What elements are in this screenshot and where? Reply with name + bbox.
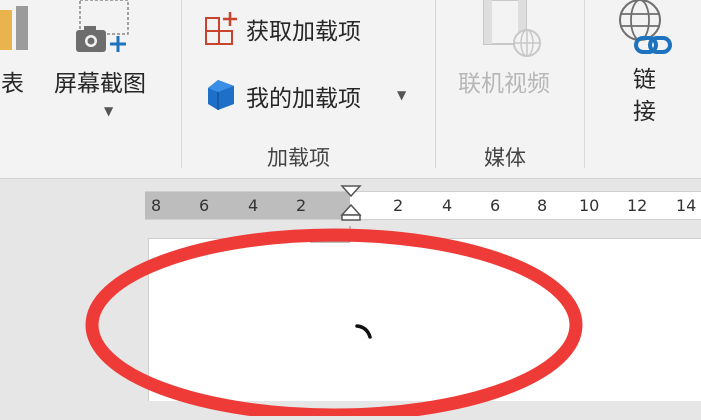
- ruler-tick: 2: [296, 196, 307, 215]
- online-video-label: 联机视频: [458, 71, 550, 97]
- ruler-tick: 12: [627, 196, 648, 215]
- chart-icon[interactable]: [0, 6, 30, 52]
- screenshot-button-label[interactable]: 屏幕截图: [54, 64, 146, 98]
- online-video-icon: [480, 0, 546, 60]
- ruler-tick: 10: [579, 196, 600, 215]
- chart-button-label[interactable]: 图表: [0, 64, 24, 98]
- ruler-tick: 6: [490, 196, 501, 215]
- annotation-ellipse-icon: [84, 216, 584, 420]
- ruler-tick: 4: [248, 196, 259, 215]
- my-addins-dropdown-icon[interactable]: ▼: [397, 88, 406, 102]
- ruler-tick: 4: [442, 196, 453, 215]
- get-addins-label[interactable]: 获取加载项: [246, 12, 361, 46]
- link-label[interactable]: 链 接: [633, 64, 656, 128]
- ruler-tick: 6: [199, 196, 210, 215]
- link-globe-icon[interactable]: [612, 0, 682, 60]
- ruler-tick: 2: [393, 196, 404, 215]
- ruler-tick: 8: [151, 196, 162, 215]
- my-addins-label[interactable]: 我的加载项: [246, 79, 361, 113]
- ruler-tick: 8: [537, 196, 548, 215]
- ribbon: 图表 屏幕截图 ▼ 获取加载项 我的加载项 ▼ 加载项: [0, 0, 701, 179]
- screenshot-icon[interactable]: [72, 0, 138, 60]
- store-icon[interactable]: [204, 10, 240, 46]
- media-group-label: 媒体: [484, 146, 526, 170]
- addins-group-label: 加载项: [267, 146, 330, 170]
- addins-cube-icon[interactable]: [204, 78, 240, 112]
- ruler-tick: 14: [676, 196, 697, 215]
- screenshot-dropdown-icon[interactable]: ▼: [104, 104, 113, 118]
